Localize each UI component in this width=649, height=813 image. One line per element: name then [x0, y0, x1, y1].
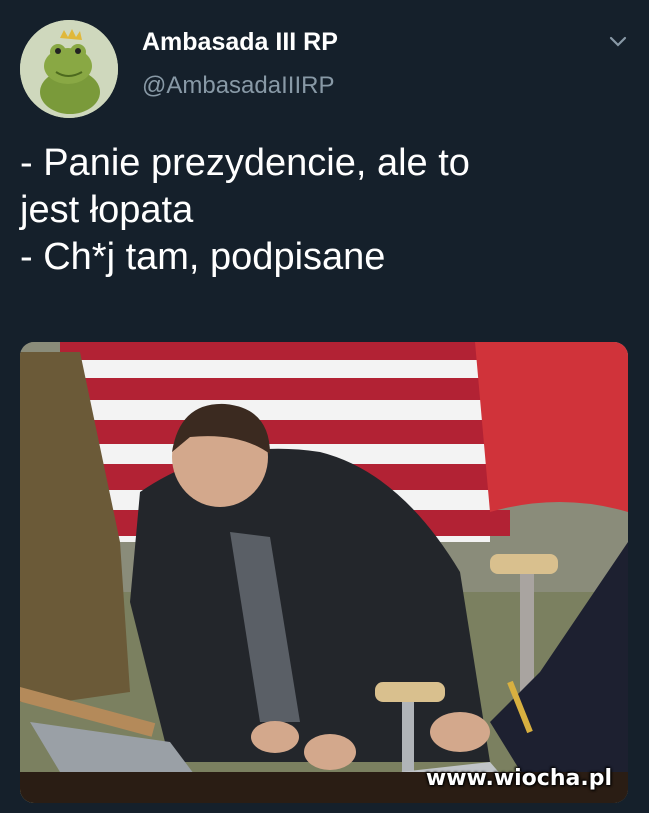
frog-prince-icon — [20, 20, 118, 118]
tweet-text-line: - Panie prezydencie, ale to — [20, 142, 470, 184]
photo-illustration — [20, 342, 628, 803]
display-name[interactable]: Ambasada III RP — [142, 28, 338, 57]
tweet-text-line: - Ch*j tam, podpisane — [20, 236, 386, 278]
tweet-media-photo[interactable]: www.wiocha.pl — [20, 342, 628, 803]
avatar[interactable] — [20, 20, 118, 118]
tweet-text-line: jest łopata — [20, 189, 194, 231]
chevron-down-icon — [609, 36, 627, 47]
user-handle[interactable]: @AmbasadaIIIRP — [142, 72, 334, 100]
tweet-menu-button[interactable] — [603, 30, 633, 54]
red-flag — [475, 342, 628, 512]
tweet-text: - Panie prezydencie, ale to jest łopata … — [20, 140, 620, 281]
watermark: www.wiocha.pl — [425, 766, 612, 791]
officer-hand — [430, 712, 490, 752]
